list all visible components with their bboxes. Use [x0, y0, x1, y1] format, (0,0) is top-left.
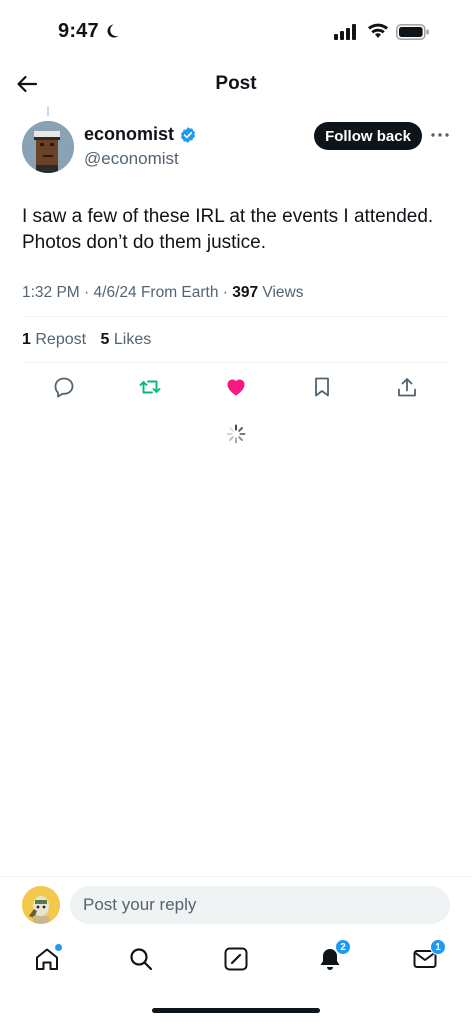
engagement-stats: 1 Repost 5 Likes — [22, 331, 161, 349]
bookmark-icon[interactable] — [311, 376, 333, 398]
verified-badge-icon — [180, 126, 196, 143]
post-time: 1:32 PM — [22, 284, 80, 301]
search-icon — [130, 948, 153, 971]
status-bar: 9:47 — [0, 0, 472, 62]
repost-icon[interactable] — [139, 376, 161, 398]
current-user-avatar[interactable] — [22, 886, 60, 924]
tab-search[interactable] — [128, 946, 154, 972]
nav-header: Post — [0, 62, 472, 106]
tab-notifications[interactable]: 2 — [317, 939, 351, 972]
likes-count: 5 — [100, 331, 110, 348]
author-avatar[interactable] — [22, 121, 74, 173]
divider — [22, 362, 450, 363]
likes-label: Likes — [113, 331, 152, 348]
messages-badge: 1 — [430, 939, 446, 955]
tab-messages[interactable]: 1 — [412, 939, 446, 972]
compose-icon — [224, 947, 248, 971]
author-name[interactable]: economist — [84, 124, 174, 145]
author-handle[interactable]: @economist — [84, 149, 179, 169]
home-unread-dot — [55, 944, 62, 951]
page-title: Post — [215, 73, 257, 94]
share-icon[interactable] — [396, 376, 418, 398]
likes-stat[interactable]: 5 Likes — [101, 331, 152, 348]
views-count[interactable]: 397 — [232, 284, 258, 301]
cellular-signal-icon — [334, 24, 356, 40]
focus-moon-icon — [107, 24, 119, 38]
reply-icon[interactable] — [53, 376, 75, 398]
post-actions — [0, 376, 472, 400]
like-heart-icon[interactable] — [225, 376, 247, 398]
battery-icon — [396, 24, 429, 40]
views-label[interactable]: Views — [262, 284, 303, 301]
divider — [22, 316, 450, 317]
status-time: 9:47 — [58, 20, 99, 42]
notifications-badge: 2 — [335, 939, 351, 955]
reply-bar — [0, 876, 472, 934]
post-source: From Earth — [140, 284, 219, 301]
tab-home[interactable] — [34, 944, 62, 972]
post-text: I saw a few of these IRL at the events I… — [22, 206, 434, 253]
home-indicator — [152, 1008, 320, 1013]
reply-input[interactable] — [70, 886, 450, 924]
wifi-icon — [368, 23, 388, 38]
tab-compose[interactable] — [223, 946, 249, 972]
bottom-tab-bar: 2 1 — [0, 934, 472, 988]
pixel-punk-avatar-icon — [22, 121, 74, 173]
user-avatar-illustration-icon — [22, 886, 60, 924]
reposts-label: Repost — [35, 331, 87, 348]
reposts-count: 1 — [22, 331, 31, 348]
follow-back-button[interactable]: Follow back — [314, 122, 422, 150]
more-options-icon[interactable] — [430, 128, 450, 142]
loading-spinner-icon — [226, 424, 246, 444]
author-name-row[interactable]: economist — [84, 124, 197, 145]
post-date: 4/6/24 — [93, 284, 137, 301]
reposts-stat[interactable]: 1 Repost — [22, 331, 86, 348]
post-meta: 1:32 PM · 4/6/24 From Earth · 397 Views — [22, 284, 304, 301]
thread-connector-line — [47, 106, 49, 116]
